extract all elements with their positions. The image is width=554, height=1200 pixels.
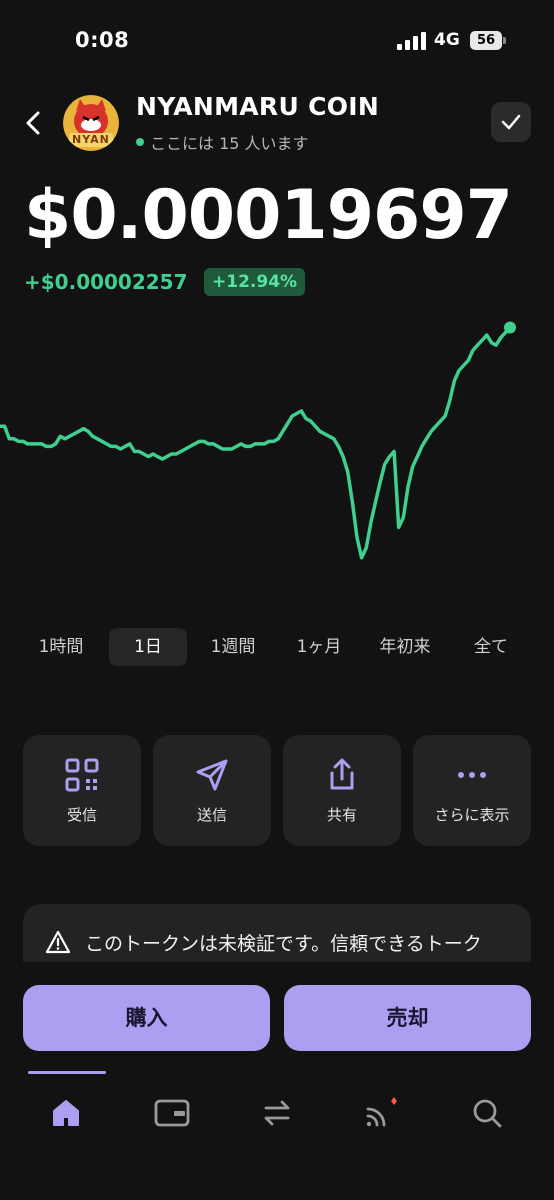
send-label: 送信 — [196, 806, 227, 824]
coin-name: NYANMARU COIN — [136, 92, 380, 121]
tab-1m[interactable]: 1ヶ月 — [280, 628, 358, 666]
send-button[interactable]: 送信 — [153, 735, 271, 846]
price-chart[interactable] — [0, 310, 554, 600]
warning-icon — [45, 930, 71, 954]
unverified-token-warning[interactable]: このトークンは未検証です。信頼できるトーク — [23, 904, 531, 962]
activity-icon — [366, 1097, 397, 1127]
home-icon — [53, 1100, 79, 1126]
online-text: ここには 15 人います — [150, 134, 309, 153]
price-change-absolute: +$0.00002257 — [24, 270, 188, 294]
status-time: 0:08 — [75, 28, 130, 52]
send-icon — [196, 759, 228, 791]
nav-swap[interactable] — [257, 1093, 297, 1133]
nav-activity[interactable] — [362, 1093, 402, 1133]
avatar-label: NYAN — [72, 133, 110, 146]
swap-icon — [264, 1100, 290, 1126]
buy-button[interactable]: 購入 — [23, 985, 270, 1051]
price-change-percent-badge: +12.94% — [204, 268, 306, 296]
receive-button[interactable]: 受信 — [23, 735, 141, 846]
nav-active-indicator — [28, 1071, 106, 1074]
qr-code-icon — [65, 758, 99, 792]
wallet-icon — [154, 1099, 190, 1127]
tab-1h[interactable]: 1時間 — [18, 628, 104, 666]
chart-series-line — [0, 326, 512, 560]
more-button[interactable]: さらに表示 — [413, 735, 531, 846]
warning-text: このトークンは未検証です。信頼できるトーク — [85, 933, 482, 955]
time-range-tabs: 1時間 1日 1週間 1ヶ月 年初来 全て — [18, 628, 538, 666]
online-count: ここには 15 人います — [136, 130, 309, 154]
tab-1w[interactable]: 1週間 — [194, 628, 272, 666]
nav-home[interactable] — [46, 1093, 86, 1133]
tab-all[interactable]: 全て — [452, 628, 530, 666]
network-label: 4G — [434, 30, 460, 50]
battery-icon: 56 — [470, 31, 506, 50]
battery-level: 56 — [470, 31, 502, 50]
watchlist-check-button[interactable] — [491, 102, 531, 142]
more-dots-icon — [458, 772, 486, 778]
nav-search[interactable] — [467, 1093, 507, 1133]
more-label: さらに表示 — [434, 806, 510, 824]
chart-last-point — [504, 321, 516, 334]
tab-ytd[interactable]: 年初来 — [366, 628, 444, 666]
share-label: 共有 — [326, 806, 357, 824]
share-button[interactable]: 共有 — [283, 735, 401, 846]
check-icon — [501, 114, 521, 130]
search-icon — [473, 1099, 502, 1128]
nav-wallet[interactable] — [152, 1093, 192, 1133]
online-dot-icon — [136, 138, 144, 146]
signal-icon — [397, 32, 426, 50]
back-icon[interactable] — [22, 108, 44, 138]
sell-button[interactable]: 売却 — [284, 985, 531, 1051]
coin-avatar: NYAN — [63, 95, 119, 151]
current-price: $0.00019697 — [24, 176, 513, 255]
share-icon — [330, 758, 354, 790]
receive-label: 受信 — [66, 806, 97, 824]
tab-1d[interactable]: 1日 — [109, 628, 187, 666]
